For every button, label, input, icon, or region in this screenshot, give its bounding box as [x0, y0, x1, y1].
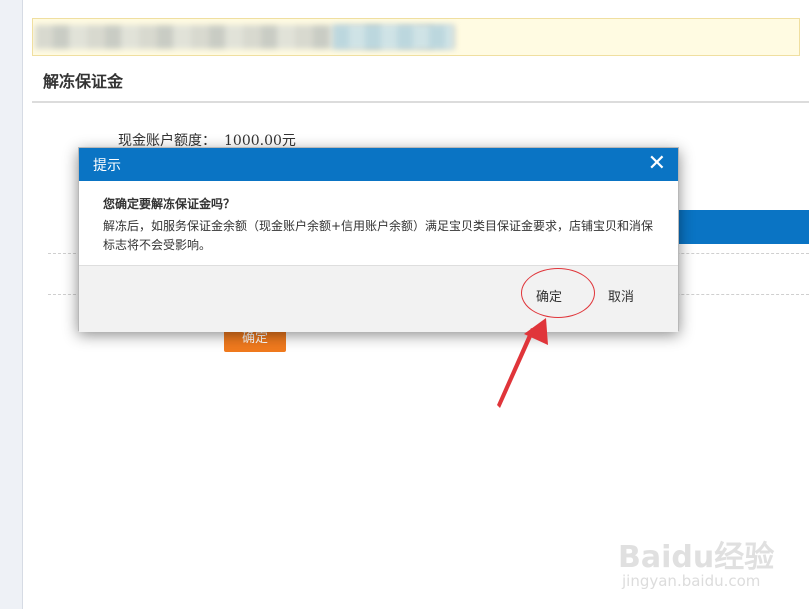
watermark-logo: Baidu经验: [618, 540, 775, 575]
watermark-url: jingyan.baidu.com: [622, 572, 761, 590]
annotation-arrow: [497, 318, 548, 408]
